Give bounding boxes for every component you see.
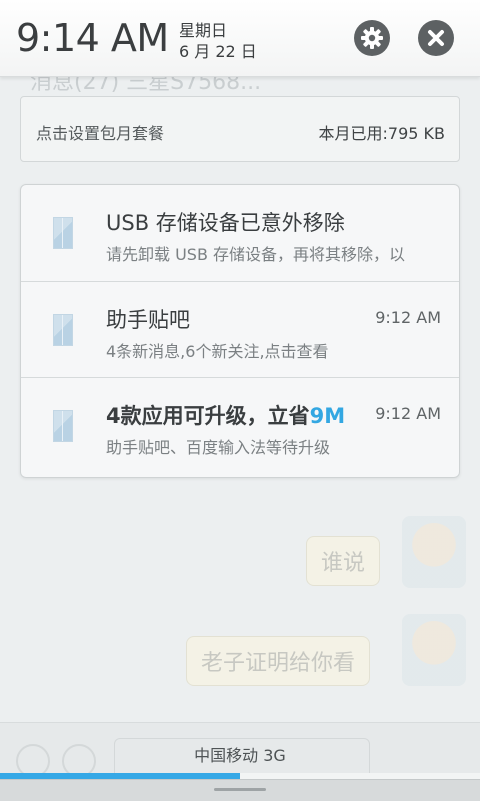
notification-title-main: 4款应用可升级，立省 (106, 404, 310, 428)
notification-text: 4条新消息,6个新关注,点击查看 (106, 342, 329, 361)
notification-item[interactable]: 助手贴吧 9:12 AM 4条新消息,6个新关注,点击查看 (21, 281, 459, 378)
notification-header: 9:14 AM 星期日 6 月 22 日 (0, 0, 480, 77)
notification-item[interactable]: USB 存储设备已意外移除 请先卸载 USB 存储设备，再将其移除，以 (21, 185, 459, 281)
notification-time: 9:12 AM (375, 404, 441, 423)
app-icon (53, 217, 73, 249)
data-used-amount: 本月已用:795 KB (318, 124, 446, 143)
date: 6 月 22 日 (179, 42, 257, 61)
app-icon (53, 314, 73, 346)
background-bubble: 谁说 (306, 536, 381, 586)
settings-button[interactable] (354, 20, 390, 56)
notification-time: 9:12 AM (375, 308, 441, 327)
clear-all-button[interactable] (418, 20, 454, 56)
clock-time: 9:14 AM (16, 16, 169, 60)
notification-title: USB 存储设备已意外移除 (106, 211, 345, 235)
background-bubble: 老子证明给你看 (186, 636, 371, 686)
notification-text: 请先卸载 USB 存储设备，再将其移除，以 (106, 245, 406, 264)
notification-list: USB 存储设备已意外移除 请先卸载 USB 存储设备，再将其移除，以 助手贴吧… (20, 184, 460, 478)
drag-handle[interactable] (0, 779, 480, 801)
gear-icon (361, 27, 383, 49)
app-icon (53, 410, 73, 442)
background-avatar (402, 516, 466, 588)
notification-title-accent: 9M (309, 404, 346, 428)
background-avatar (402, 614, 466, 686)
notification-title: 助手贴吧 (106, 308, 190, 332)
close-icon (428, 30, 444, 46)
notification-item[interactable]: 4款应用可升级，立省9M 9:12 AM 助手贴吧、百度输入法等待升级 (21, 377, 459, 474)
notification-text: 助手贴吧、百度输入法等待升级 (106, 438, 331, 457)
carrier-label: 中国移动 3G (194, 746, 286, 765)
drag-grip (214, 788, 266, 791)
data-plan-hint: 点击设置包月套餐 (36, 124, 165, 143)
data-usage-card[interactable]: 点击设置包月套餐 本月已用:795 KB (20, 96, 460, 162)
notification-title: 4款应用可升级，立省9M (106, 400, 364, 430)
